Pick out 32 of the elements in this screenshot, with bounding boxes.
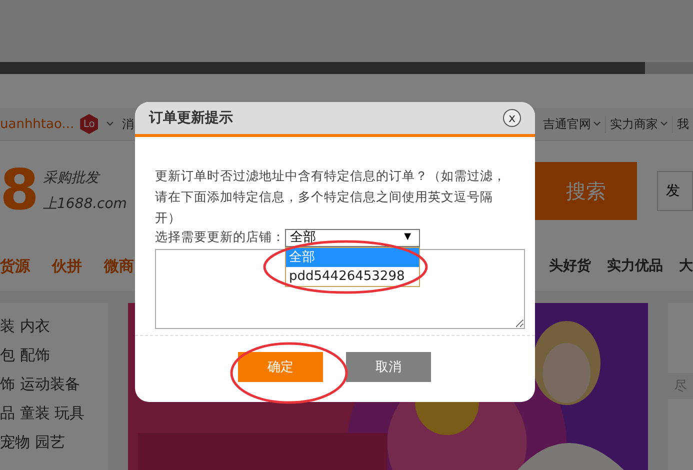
dropdown-option[interactable]: pdd54426453298	[286, 266, 419, 286]
logo-digit[interactable]: 8	[0, 163, 39, 219]
nav-link[interactable]: 微商	[104, 256, 134, 276]
chevron-icon	[106, 121, 114, 127]
category-link[interactable]: 包 配饰	[0, 346, 108, 365]
store-dropdown[interactable]: 全部 ▼	[285, 228, 420, 246]
scrollbar-thumb[interactable]	[0, 62, 645, 74]
nav-link[interactable]: 大	[679, 257, 693, 275]
confirm-button[interactable]: 确定	[238, 352, 323, 382]
logo-domain: 上1688.com	[42, 195, 127, 213]
category-link[interactable]: 品 童装 玩具	[0, 404, 108, 423]
logo-tagline: 采购批发	[42, 169, 102, 187]
category-link[interactable]: 宠物 园艺	[0, 433, 108, 452]
close-button[interactable]: x	[503, 109, 521, 127]
dialog-title: 订单更新提示	[149, 109, 233, 127]
store-label: 选择需要更新的店铺：	[155, 229, 285, 246]
nav-link[interactable]: 头好货	[549, 257, 591, 275]
cancel-button[interactable]: 取消	[346, 352, 431, 382]
category-link[interactable]: 饰 运动装备	[0, 375, 108, 394]
publish-button[interactable]: 发	[657, 171, 693, 211]
nav-link[interactable]: 货源	[0, 256, 30, 276]
nav-link[interactable]: 实力优品	[607, 257, 663, 275]
category-link[interactable]: 装 内衣	[0, 317, 108, 336]
dialog-message: 更新订单时否过滤地址中含有特定信息的订单？（如需过滤，请在下面添加特定信息，多个特定信息之间使用英文逗号隔开）	[155, 167, 507, 227]
dropdown-option[interactable]: 全部	[286, 248, 419, 266]
level-badge: Lo	[80, 114, 98, 134]
search-button[interactable]: 搜索	[535, 162, 637, 220]
nav-link[interactable]: 伙拼	[52, 256, 82, 276]
account-name[interactable]: uanhhtao...	[0, 116, 74, 132]
top-link[interactable]: 吉通官网	[539, 116, 606, 132]
top-link[interactable]: 实力商家	[606, 116, 673, 132]
top-link[interactable]: 我	[673, 116, 693, 132]
